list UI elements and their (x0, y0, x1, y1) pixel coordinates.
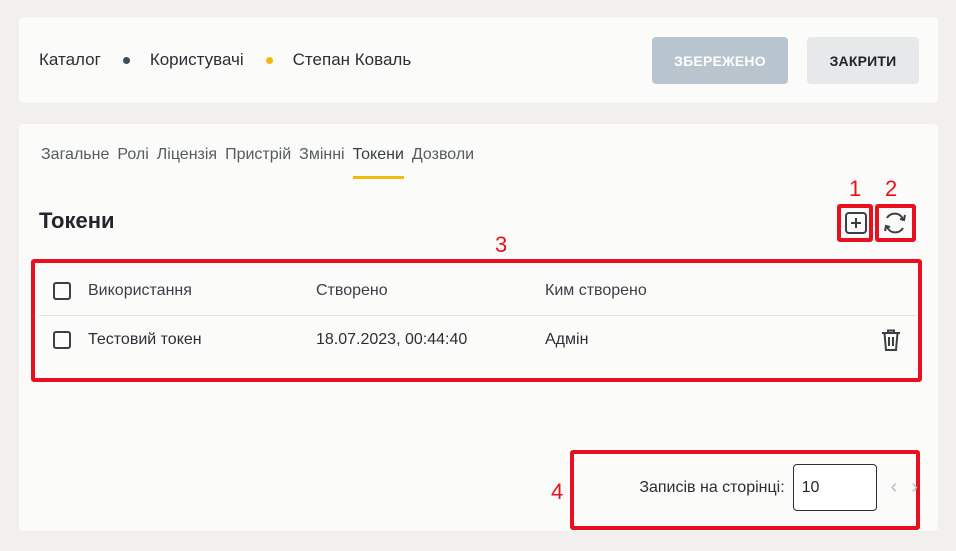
cell-created-by: Адмін (545, 331, 589, 348)
annotation-1: 1 (849, 176, 862, 201)
breadcrumb-separator (122, 56, 130, 64)
tab-tokens[interactable]: Токени (352, 146, 404, 179)
select-all-checkbox[interactable] (53, 282, 71, 300)
trash-icon (882, 329, 900, 351)
annotation-4: 4 (551, 479, 564, 504)
tab-roles[interactable]: Ролі (117, 146, 148, 179)
tokens-table: Використання Створено Ким створено Тесто… (39, 267, 916, 364)
tab-license[interactable]: Ліцензія (157, 146, 217, 179)
row-checkbox[interactable] (53, 331, 71, 349)
cell-token-name: Тестовий токен (88, 331, 202, 348)
tab-bar: Загальне Ролі Ліцензія Пристрій Змінні Т… (41, 146, 482, 179)
refresh-icon (884, 212, 906, 234)
chevron-right-icon[interactable]: › (911, 476, 918, 499)
column-header-created[interactable]: Створено (316, 282, 545, 300)
breadcrumb: Каталог Користувачі Степан Коваль (39, 50, 411, 70)
add-token-button[interactable] (842, 209, 870, 237)
header-card: Каталог Користувачі Степан Коваль ЗБЕРЕЖ… (19, 17, 938, 103)
column-header-created-by[interactable]: Ким створено (545, 282, 916, 300)
table-header-row: Використання Створено Ким створено (39, 267, 916, 316)
rows-per-page-label: Записів на сторінці: (639, 478, 785, 496)
breadcrumb-item-current: Степан Коваль (292, 50, 412, 69)
tab-permissions[interactable]: Дозволи (412, 146, 474, 179)
tab-variables[interactable]: Змінні (299, 146, 344, 179)
annotation-2: 2 (885, 176, 898, 201)
saved-button[interactable]: ЗБЕРЕЖЕНО (652, 37, 788, 84)
table-row[interactable]: Тестовий токен 18.07.2023, 00:44:40 Адмі… (39, 316, 916, 364)
breadcrumb-item-users[interactable]: Користувачі (150, 50, 244, 70)
refresh-button[interactable] (881, 209, 909, 237)
cell-created: 18.07.2023, 00:44:40 (316, 331, 468, 348)
chevron-left-icon[interactable]: ‹ (891, 476, 898, 499)
breadcrumb-separator-active (265, 56, 273, 64)
section-title: Токени (39, 208, 115, 233)
delete-button[interactable] (880, 328, 902, 352)
pagination: Записів на сторінці: ‹ › (639, 464, 918, 511)
main-card: Загальне Ролі Ліцензія Пристрій Змінні Т… (19, 124, 938, 531)
column-header-usage[interactable]: Використання (88, 282, 316, 300)
plus-square-icon (845, 212, 867, 234)
tab-general[interactable]: Загальне (41, 146, 109, 179)
rows-per-page-input[interactable] (792, 464, 877, 511)
annotation-3: 3 (495, 232, 508, 257)
tab-device[interactable]: Пристрій (225, 146, 291, 179)
breadcrumb-item-catalog[interactable]: Каталог (39, 50, 101, 70)
close-button[interactable]: ЗАКРИТИ (807, 37, 919, 84)
